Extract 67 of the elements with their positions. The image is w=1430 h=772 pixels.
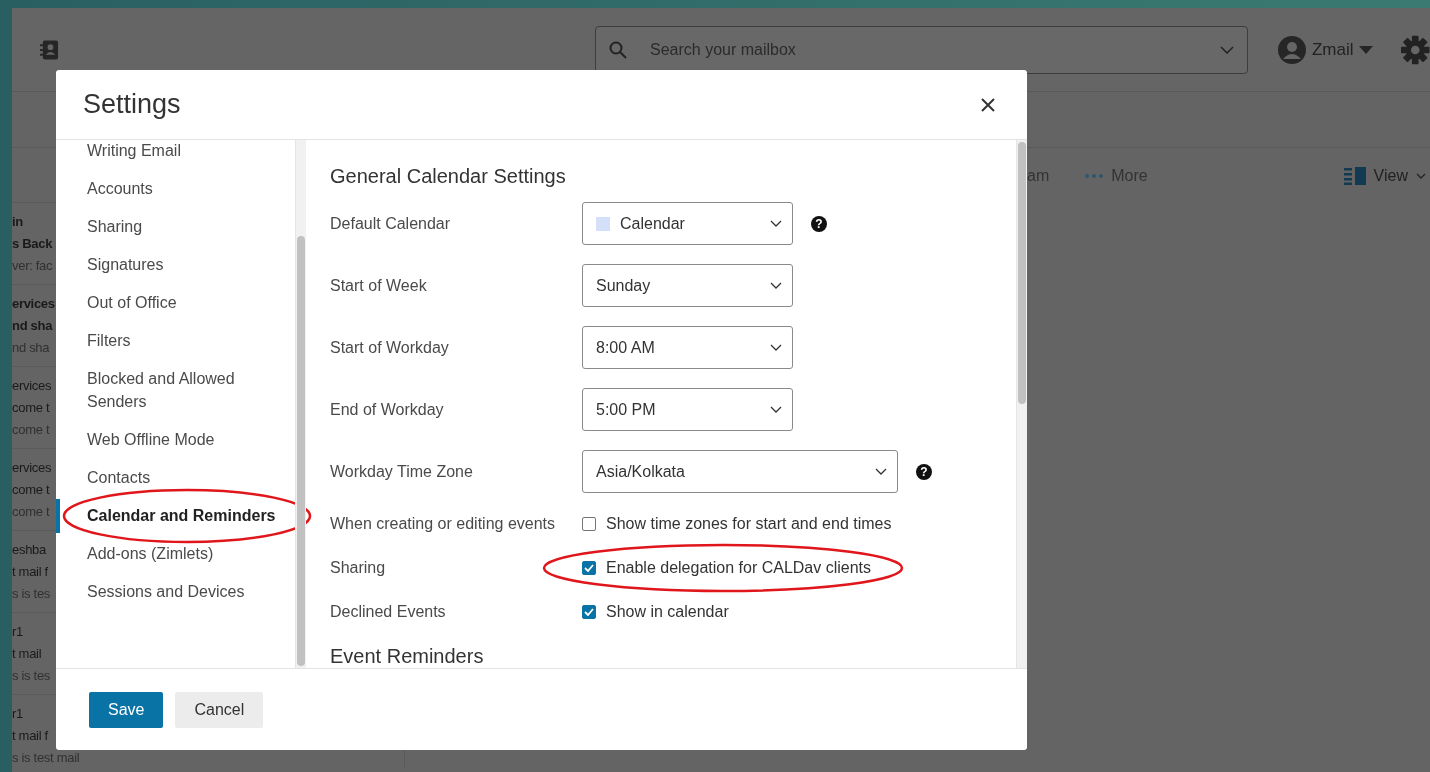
section-heading: Event Reminders bbox=[330, 644, 485, 668]
select-field[interactable]: 5:00 PM bbox=[582, 388, 793, 431]
settings-nav-item[interactable]: Writing Email bbox=[56, 134, 295, 168]
field-label: Declined Events bbox=[330, 602, 447, 622]
message-text: r1 bbox=[12, 705, 23, 723]
settings-nav-item[interactable]: Add-ons (Zimlets) bbox=[56, 537, 295, 571]
message-text: ervices bbox=[12, 377, 52, 395]
message-text: ervices bbox=[12, 459, 52, 477]
select-field[interactable]: Calendar bbox=[582, 202, 793, 245]
field-label: When creating or editing events bbox=[330, 514, 556, 534]
settings-nav-item[interactable]: Out of Office bbox=[56, 286, 295, 320]
message-text: t mail bbox=[12, 645, 42, 663]
chevron-down-icon bbox=[770, 344, 782, 351]
search-icon bbox=[609, 40, 627, 59]
section-heading: General Calendar Settings bbox=[330, 164, 567, 188]
chevron-down-icon bbox=[875, 468, 887, 475]
message-text: eshba bbox=[12, 541, 46, 559]
checkbox[interactable] bbox=[582, 561, 596, 575]
chevron-down-icon[interactable] bbox=[1219, 45, 1234, 54]
message-text: in bbox=[12, 213, 23, 231]
settings-nav-item[interactable]: Web Offline Mode bbox=[56, 423, 295, 457]
field-label: Default Calendar bbox=[330, 213, 452, 234]
scrollbar[interactable] bbox=[295, 140, 306, 668]
checkbox-label[interactable]: Show time zones for start and end times bbox=[606, 512, 892, 536]
checkbox[interactable] bbox=[582, 517, 596, 531]
settings-nav-item[interactable]: Blocked and Allowed Senders bbox=[56, 362, 295, 419]
field-label: End of Workday bbox=[330, 399, 445, 420]
settings-nav-item[interactable]: Accounts bbox=[56, 172, 295, 206]
reading-pane-icon bbox=[1343, 167, 1366, 185]
select-field[interactable]: Asia/Kolkata bbox=[582, 450, 898, 493]
field-label: Workday Time Zone bbox=[330, 461, 474, 482]
message-text: t mail f bbox=[12, 727, 48, 745]
cancel-button[interactable]: Cancel bbox=[175, 691, 264, 728]
settings-icon[interactable] bbox=[1401, 34, 1430, 65]
checkbox-label[interactable]: Show in calendar bbox=[606, 600, 729, 624]
field-label: Start of Week bbox=[330, 275, 428, 296]
message-text: nd sha bbox=[12, 317, 53, 335]
chevron-down-icon bbox=[1416, 173, 1426, 179]
caret-icon bbox=[1359, 45, 1374, 54]
field-label: Sharing bbox=[330, 558, 387, 578]
message-text: come t bbox=[12, 399, 50, 417]
select-field[interactable]: 8:00 AM bbox=[582, 326, 793, 369]
select-field[interactable]: Sunday bbox=[582, 264, 793, 307]
chevron-down-icon bbox=[770, 282, 782, 289]
message-text: s Back bbox=[12, 235, 53, 253]
settings-nav-item[interactable]: Sharing bbox=[56, 210, 295, 244]
contacts-icon[interactable] bbox=[40, 38, 59, 61]
save-button[interactable]: Save bbox=[89, 691, 164, 728]
dots-icon bbox=[1085, 174, 1104, 178]
chevron-down-icon bbox=[770, 406, 782, 413]
settings-nav-item[interactable]: Signatures bbox=[56, 248, 295, 282]
message-text: r1 bbox=[12, 623, 23, 641]
message-text: t mail f bbox=[12, 563, 48, 581]
settings-nav-item[interactable]: Sessions and Devices bbox=[56, 575, 295, 609]
help-icon[interactable]: ? bbox=[916, 463, 932, 480]
avatar-icon bbox=[1277, 35, 1306, 64]
help-icon[interactable]: ? bbox=[811, 215, 827, 232]
chevron-down-icon bbox=[770, 220, 782, 227]
checkbox[interactable] bbox=[582, 605, 596, 619]
search-field[interactable]: Search your mailbox bbox=[595, 25, 1248, 74]
settings-nav-item[interactable]: Contacts bbox=[56, 461, 295, 495]
dialog-title: Settings bbox=[83, 88, 181, 121]
scrollbar[interactable] bbox=[1016, 140, 1027, 668]
field-label: Start of Workday bbox=[330, 337, 450, 358]
message-text: ervices bbox=[12, 295, 55, 313]
message-text: come t bbox=[12, 481, 50, 499]
settings-nav-item[interactable]: Filters bbox=[56, 324, 295, 358]
